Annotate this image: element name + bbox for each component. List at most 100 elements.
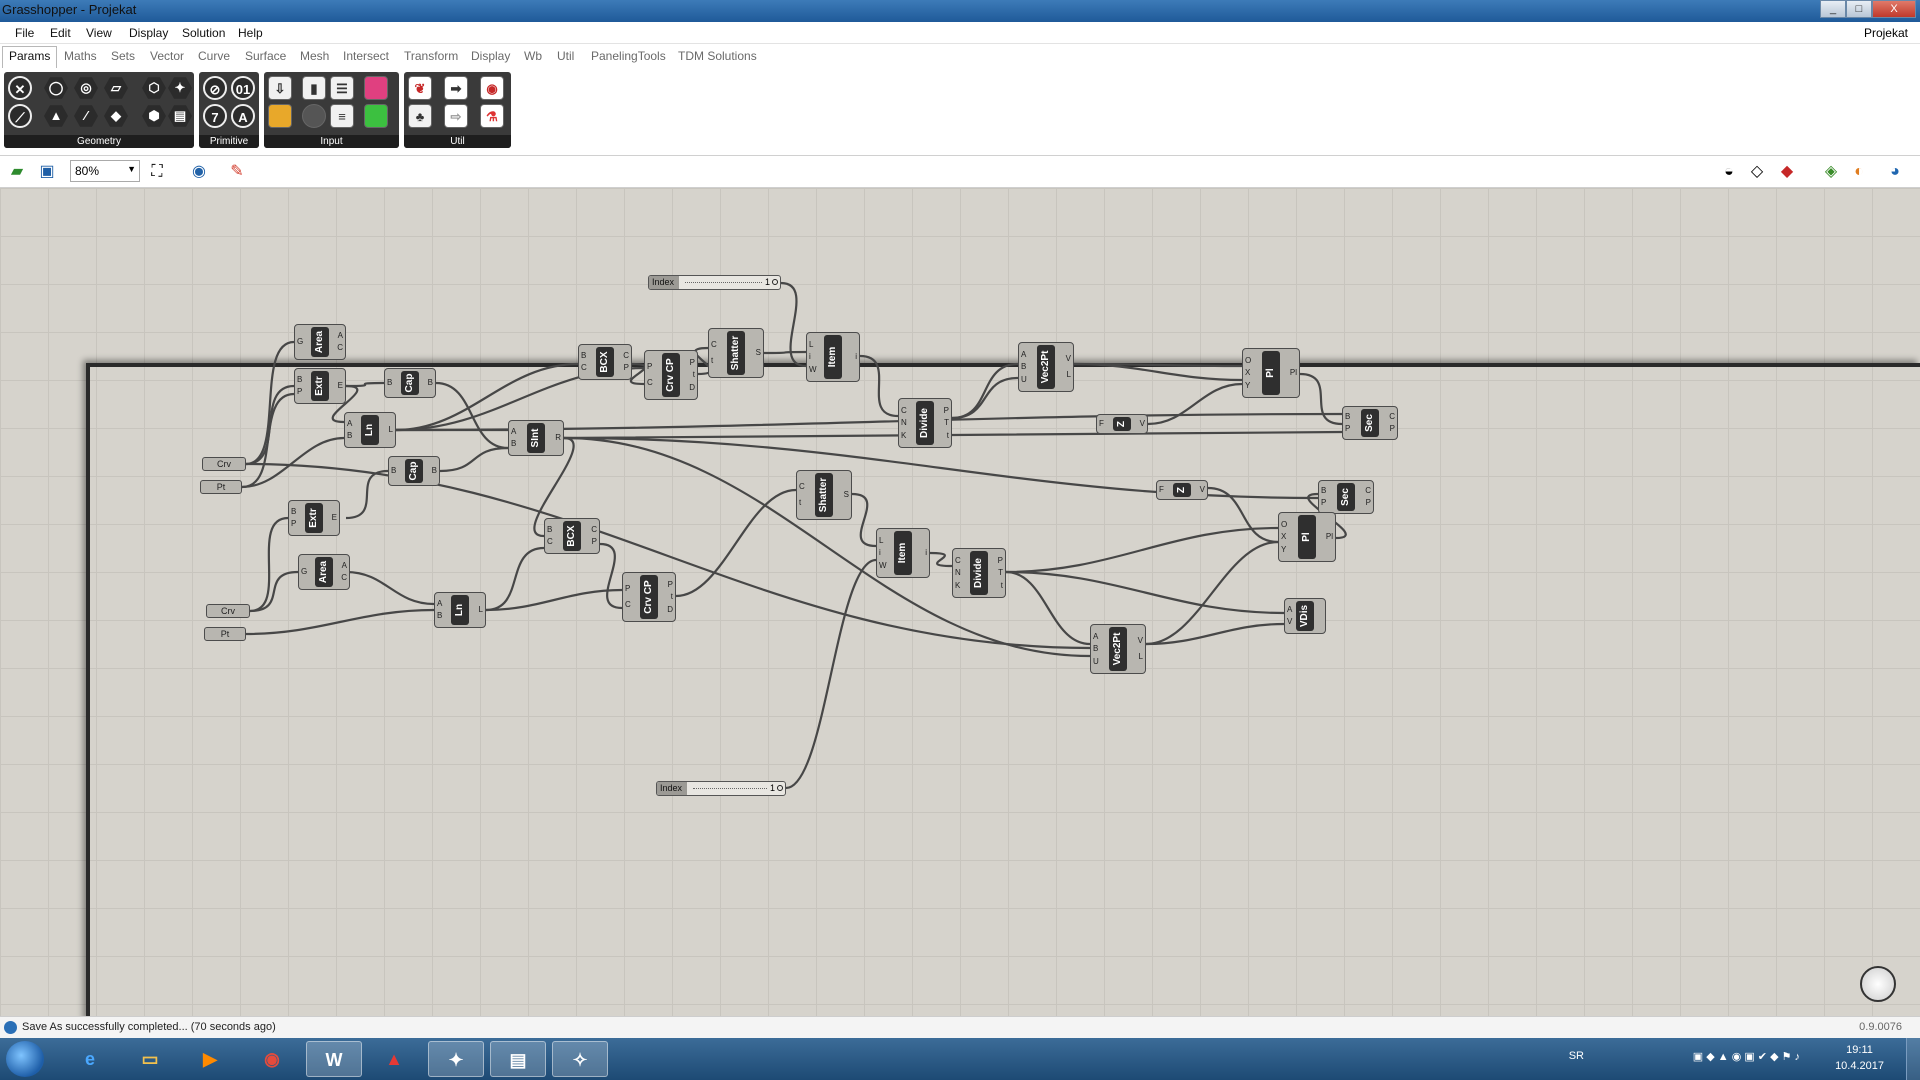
point-param[interactable]: Pt	[200, 480, 242, 494]
component-sec[interactable]: Sec B P C P	[1342, 406, 1398, 440]
input-port[interactable]: P	[625, 584, 630, 593]
preview-settings-icon[interactable]: ◕	[1884, 161, 1906, 183]
component-cap[interactable]: Cap B B	[388, 456, 440, 486]
tab-tdm-solutions[interactable]: TDM Solutions	[678, 49, 757, 63]
preview-mode-icon[interactable]: ◒	[1718, 161, 1740, 183]
input-port[interactable]: Y	[1281, 545, 1286, 554]
output-port[interactable]: T	[998, 568, 1003, 577]
input-port[interactable]: B	[387, 378, 392, 387]
component-pl[interactable]: Pl O X Y Pl	[1278, 512, 1336, 562]
input-port[interactable]: A	[511, 427, 516, 436]
navigation-widget[interactable]	[1860, 966, 1896, 1002]
output-port[interactable]: T	[944, 418, 949, 427]
output-port[interactable]: L	[1067, 370, 1071, 379]
input-port[interactable]: N	[955, 568, 961, 577]
tab-params[interactable]: Params	[2, 46, 58, 68]
component-vdis[interactable]: VDis A V	[1284, 598, 1326, 634]
button-icon[interactable]	[302, 104, 326, 128]
curve-param-icon[interactable]: ⟋	[8, 104, 32, 128]
input-port[interactable]: B	[347, 431, 352, 440]
component-shatter[interactable]: Shatter Ct S	[796, 470, 852, 520]
tab-sets[interactable]: Sets	[111, 49, 135, 63]
tab-intersect[interactable]: Intersect	[343, 49, 389, 63]
component-z[interactable]: ZFV	[1096, 414, 1148, 434]
grasshopper-canvas[interactable]: Index 1 Index 1 Crv Pt Crv Pt Area G A C Ext…	[0, 188, 1920, 1016]
point-param-icon[interactable]: ◆	[104, 105, 128, 127]
component-z[interactable]: ZFV	[1156, 480, 1208, 500]
text-param-icon[interactable]: A	[231, 104, 255, 128]
output-port[interactable]: P	[592, 537, 597, 546]
wire[interactable]	[951, 362, 1019, 420]
input-port[interactable]: B	[391, 466, 396, 475]
cherry-icon[interactable]: ❦	[408, 76, 432, 100]
input-port[interactable]: U	[1021, 375, 1027, 384]
output-port[interactable]: E	[332, 513, 337, 522]
grasshopper-icon[interactable]: ✧	[552, 1041, 608, 1077]
tab-util[interactable]: Util	[557, 49, 574, 63]
close-button[interactable]: X	[1872, 0, 1916, 18]
input-port[interactable]: B	[1021, 362, 1026, 371]
output-port[interactable]: A	[342, 561, 347, 570]
chrome-icon[interactable]: ◉	[244, 1041, 300, 1077]
component-extr[interactable]: Extr B P E	[288, 500, 340, 536]
point-param[interactable]: Pt	[204, 627, 246, 641]
acrobat-icon[interactable]: ▲	[366, 1041, 422, 1077]
maximize-button[interactable]: □	[1846, 0, 1872, 18]
input-port[interactable]: B	[511, 439, 516, 448]
input-port[interactable]: t	[799, 498, 801, 507]
input-port[interactable]: P	[297, 387, 302, 396]
output-port[interactable]: C	[337, 343, 343, 352]
circle-param-icon[interactable]: ⬢	[142, 105, 166, 127]
input-port[interactable]: B	[437, 611, 442, 620]
input-port[interactable]: B	[1321, 486, 1326, 495]
output-port[interactable]: L	[479, 605, 483, 614]
input-port[interactable]: X	[1245, 368, 1250, 377]
input-port[interactable]: B	[581, 351, 586, 360]
component-ln[interactable]: Ln A B L	[344, 412, 396, 448]
tab-panelingtools[interactable]: PanelingTools	[591, 49, 666, 63]
component-shatter[interactable]: Shatter Ct S	[708, 328, 764, 378]
output-port[interactable]: Pl	[1326, 532, 1333, 541]
output-port[interactable]: P	[1366, 498, 1371, 507]
input-port[interactable]: C	[581, 363, 587, 372]
component-divide[interactable]: Divide C N K P Tt	[898, 398, 952, 448]
output-port[interactable]: P	[998, 556, 1003, 565]
output-port[interactable]: t	[947, 431, 949, 440]
integer-param-icon[interactable]: 01	[231, 76, 255, 100]
bake-icon[interactable]: ⇩	[268, 76, 292, 100]
input-port[interactable]: A	[1287, 605, 1292, 614]
wire[interactable]	[763, 350, 807, 355]
wire[interactable]	[435, 381, 509, 450]
wire[interactable]	[859, 354, 899, 418]
tab-display[interactable]: Display	[471, 49, 510, 63]
component-area[interactable]: Area G A C	[294, 324, 346, 360]
slider-grip[interactable]	[772, 279, 778, 285]
input-port[interactable]: Y	[1245, 381, 1250, 390]
wire[interactable]	[1147, 382, 1243, 426]
tab-vector[interactable]: Vector	[150, 49, 184, 63]
output-port[interactable]: V	[1138, 636, 1143, 645]
geometry-param-icon[interactable]: ✕	[8, 76, 32, 100]
matrix-icon[interactable]	[364, 104, 388, 128]
wire[interactable]	[249, 570, 299, 613]
component-divide[interactable]: Divide C N K P Tt	[952, 548, 1006, 598]
input-port[interactable]: B	[1345, 412, 1350, 421]
component-vec2pt[interactable]: Vec2Pt A B U V L	[1090, 624, 1146, 674]
wire[interactable]	[929, 551, 953, 568]
output-port[interactable]: C	[591, 525, 597, 534]
arrow-icon[interactable]: ➡	[444, 76, 468, 100]
tab-mesh[interactable]: Mesh	[300, 49, 329, 63]
output-port[interactable]: D	[667, 605, 673, 614]
file-explorer-icon[interactable]: ▭	[122, 1041, 178, 1077]
output-port[interactable]: P	[690, 358, 695, 367]
component-ln[interactable]: Ln A B L	[434, 592, 486, 628]
panel-label-primitive[interactable]: Primitive	[199, 135, 259, 148]
tab-wb[interactable]: Wb	[524, 49, 542, 63]
output-port[interactable]: C	[341, 573, 347, 582]
wire[interactable]	[1145, 540, 1279, 646]
wire[interactable]	[785, 558, 877, 790]
output-port[interactable]: V	[1200, 485, 1205, 494]
output-port[interactable]: L	[389, 425, 393, 434]
input-port[interactable]: C	[901, 406, 907, 415]
input-port[interactable]: K	[955, 581, 960, 590]
